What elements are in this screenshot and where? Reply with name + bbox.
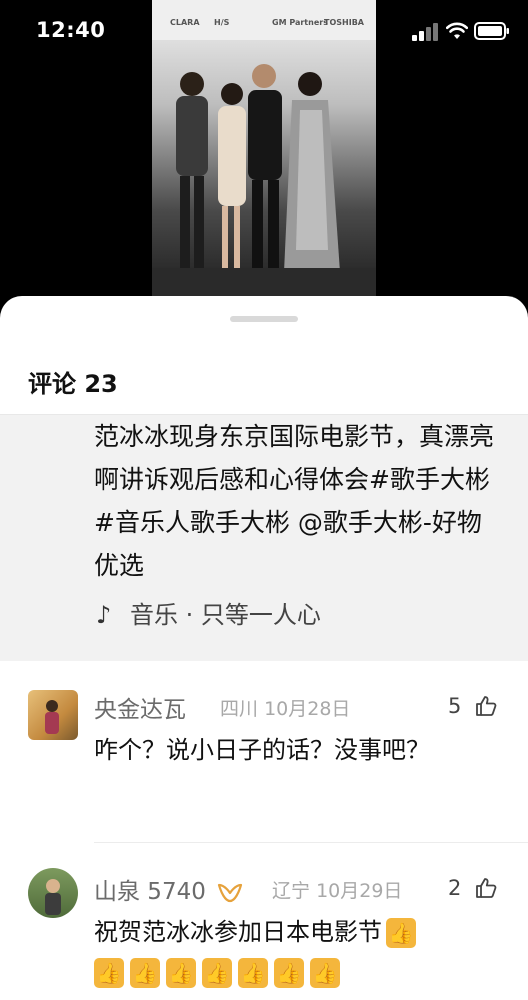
avatar[interactable] xyxy=(28,690,78,740)
comment-location: 四川 xyxy=(220,698,259,720)
thumbs-up-icon[interactable] xyxy=(474,694,498,718)
video-player[interactable]: CLARA H/S GM Partners TOSHIBA xyxy=(152,0,376,300)
sheet-drag-handle[interactable] xyxy=(230,316,298,322)
commenter-name[interactable]: 央金达瓦 xyxy=(94,690,186,724)
thumbs-up-emoji-icon: 👍 xyxy=(166,958,196,988)
music-title: 音乐 · 只等一人心 xyxy=(130,601,321,629)
comments-title: 评论 23 xyxy=(28,370,118,398)
thumbs-up-emoji-icon: 👍 xyxy=(130,958,160,988)
avatar[interactable] xyxy=(28,868,78,918)
music-note-icon: ♪ xyxy=(96,601,112,629)
divider xyxy=(94,842,528,843)
thumbs-up-emoji-icon: 👍 xyxy=(202,958,232,988)
fan-badge-icon xyxy=(218,883,243,902)
commenter-name-text: 山泉 5740 xyxy=(94,879,206,905)
comment-text: 祝贺范冰冰参加日本电影节 👍 👍 👍 👍 👍 👍 👍 👍 xyxy=(94,912,504,992)
cellular-signal-icon xyxy=(412,23,438,41)
thumbs-up-emoji-icon: 👍 xyxy=(94,958,124,988)
music-link[interactable]: ♪ 音乐 · 只等一人心 xyxy=(96,595,321,630)
caption-text: 范冰冰现身东京国际电影节，真漂亮啊讲诉观后感和心得体会#歌手大彬 #音乐人歌手大… xyxy=(94,422,495,580)
comment-text: 咋个？说小日子的话？没事吧？ xyxy=(94,736,430,764)
commenter-name[interactable]: 山泉 5740 xyxy=(94,872,247,906)
comment-date: 10月29日 xyxy=(316,880,403,902)
avatar-image xyxy=(45,700,59,734)
comment-location-date: 辽宁 10月29日 xyxy=(272,876,402,903)
thumbs-up-emoji-icon: 👍 xyxy=(386,918,416,948)
comment-text-content: 祝贺范冰冰参加日本电影节 xyxy=(94,918,382,946)
status-time: 12:40 xyxy=(36,18,106,42)
thumbs-up-icon[interactable] xyxy=(474,876,498,900)
wifi-icon xyxy=(446,22,468,39)
like-count: 2 xyxy=(448,876,462,900)
comments-sheet: 评论 23 范冰冰现身东京国际电影节，真漂亮啊讲诉观后感和心得体会#歌手大彬 #… xyxy=(0,296,528,1000)
comment-date: 10月28日 xyxy=(264,698,351,720)
thumbs-up-emoji-icon: 👍 xyxy=(310,958,340,988)
like-count: 5 xyxy=(448,694,462,718)
video-frame-people xyxy=(176,64,340,272)
comment-location-date: 四川 10月28日 xyxy=(220,694,350,721)
battery-icon xyxy=(474,22,509,40)
video-caption: 范冰冰现身东京国际电影节，真漂亮啊讲诉观后感和心得体会#歌手大彬 #音乐人歌手大… xyxy=(0,415,528,661)
thumbs-up-emoji-icon: 👍 xyxy=(274,958,304,988)
avatar-image xyxy=(45,879,61,915)
thumbs-up-emoji-icon: 👍 xyxy=(238,958,268,988)
comment-location: 辽宁 xyxy=(272,880,311,902)
